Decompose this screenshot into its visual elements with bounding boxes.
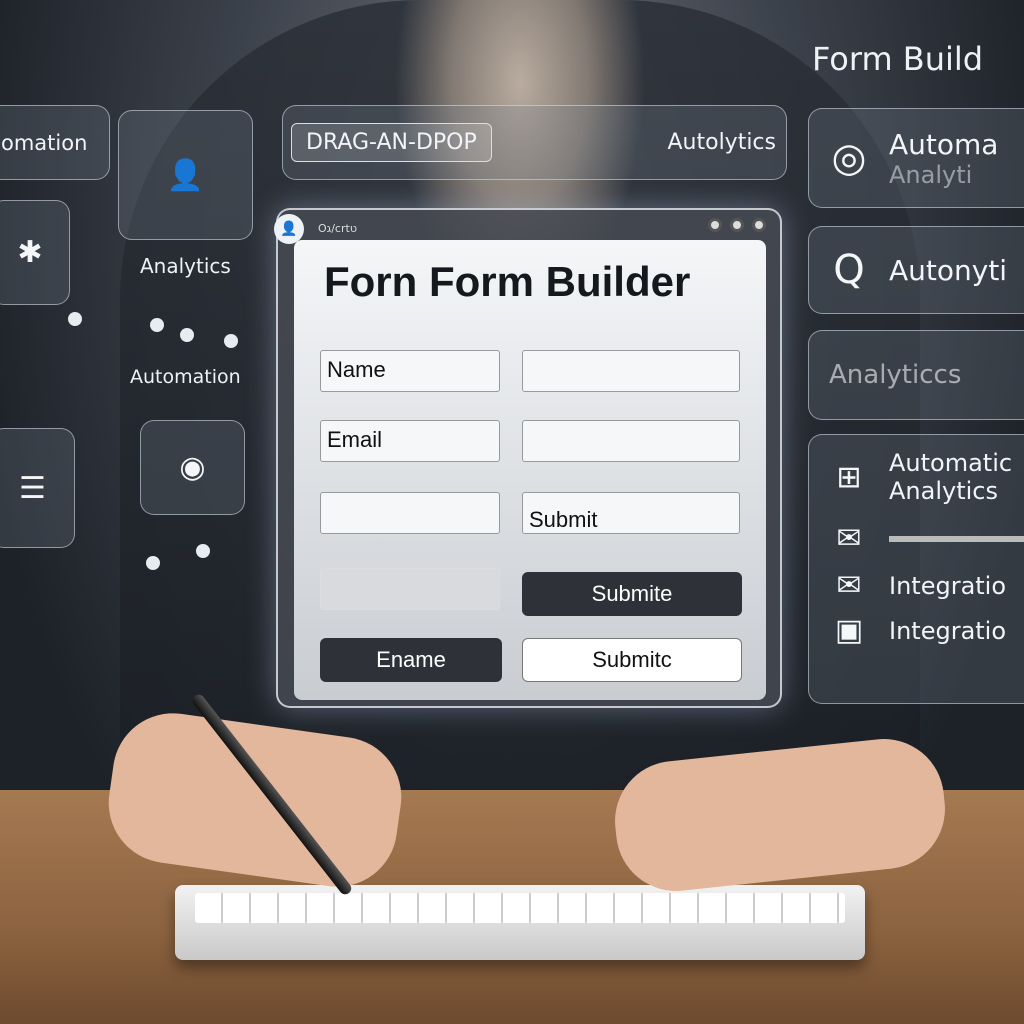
left-analytics-label: Analytics <box>140 254 231 278</box>
dial-icon: ◎ <box>831 135 867 181</box>
autolytics-label: Autolytics <box>667 130 776 155</box>
bug-icon-panel: ✱ <box>0 200 70 305</box>
top-toolbar: DRAG-AN-DPOP Autolytics <box>282 105 787 180</box>
document-icon: ☰ <box>19 470 46 506</box>
right-item-label: Automatic <box>889 449 1013 477</box>
integration-row[interactable]: ✉ Integratio <box>809 568 1024 603</box>
mail-icon: ✉ <box>836 521 862 556</box>
email-label: Email <box>327 427 383 452</box>
right-item-label: Autonyti <box>889 253 1008 287</box>
right-item-automa[interactable]: ◎ Automa Analyti <box>808 108 1024 208</box>
right-item-autonyti[interactable]: Q Autonyti <box>808 226 1024 314</box>
right-integrations-panel: ⊞ Automatic Analytics ✉ ✉ Integratio ▣ Integ… <box>808 434 1024 704</box>
minimize-button[interactable] <box>708 218 722 232</box>
blank-field[interactable] <box>320 492 500 534</box>
drag-drop-label: DRAG-AN-DPOP <box>306 130 477 155</box>
user-icon-panel: 👤 <box>118 110 253 240</box>
right-item-sub: Analyti <box>889 160 973 189</box>
image-icon: ▣ <box>834 613 864 648</box>
ename-button[interactable]: Ename <box>320 638 502 682</box>
calendar-icon: ⊞ <box>836 459 862 495</box>
left-automation-node-label: Automation <box>130 366 241 388</box>
name-input[interactable] <box>522 350 740 392</box>
user-icon: 👤 <box>166 157 205 193</box>
form-panel: Forn Form Builder Name Email Submit Subm… <box>294 240 766 700</box>
mail-row[interactable]: ✉ <box>809 521 1024 556</box>
right-item-label: Integratio <box>889 616 1007 645</box>
email-input[interactable] <box>522 420 740 462</box>
window-bar-text: Oג/crtט <box>318 221 357 235</box>
search-icon: Q <box>833 247 865 293</box>
right-item-label: Automa <box>889 127 999 161</box>
submitc-button[interactable]: Submitc <box>522 638 742 682</box>
eye-icon: ◉ <box>179 450 206 485</box>
submit-field[interactable]: Submit <box>522 492 740 534</box>
close-button[interactable] <box>752 218 766 232</box>
document-panel: ☰ <box>0 428 75 548</box>
right-item-analytics[interactable]: Analyticcs <box>808 330 1024 420</box>
submit-field-text: Submit <box>529 507 598 532</box>
name-label: Name <box>327 357 386 382</box>
left-automation-label: omation <box>1 130 88 155</box>
bug-icon: ✱ <box>17 235 43 270</box>
right-item-sub: Analytics <box>889 477 998 505</box>
left-automation-panel: omation <box>0 105 110 180</box>
disabled-field <box>320 568 500 610</box>
right-item-label: Integratio <box>889 571 1007 600</box>
keyboard <box>175 885 865 960</box>
page-title: Forn Form Builder <box>324 258 691 305</box>
form-builder-heading: Form Build <box>812 40 984 78</box>
form-builder-window: 👤 Oג/crtט Forn Form Builder Name Email S… <box>274 208 782 708</box>
name-field[interactable]: Name <box>320 350 500 392</box>
maximize-button[interactable] <box>730 218 744 232</box>
submite-button[interactable]: Submite <box>522 572 742 616</box>
drag-drop-button[interactable]: DRAG-AN-DPOP <box>291 123 492 162</box>
right-item-label: Analyticcs <box>829 360 962 390</box>
eye-icon-panel: ◉ <box>140 420 245 515</box>
mail-icon: ✉ <box>836 568 862 603</box>
integration-row[interactable]: ▣ Integratio <box>809 613 1024 648</box>
email-field[interactable]: Email <box>320 420 500 462</box>
